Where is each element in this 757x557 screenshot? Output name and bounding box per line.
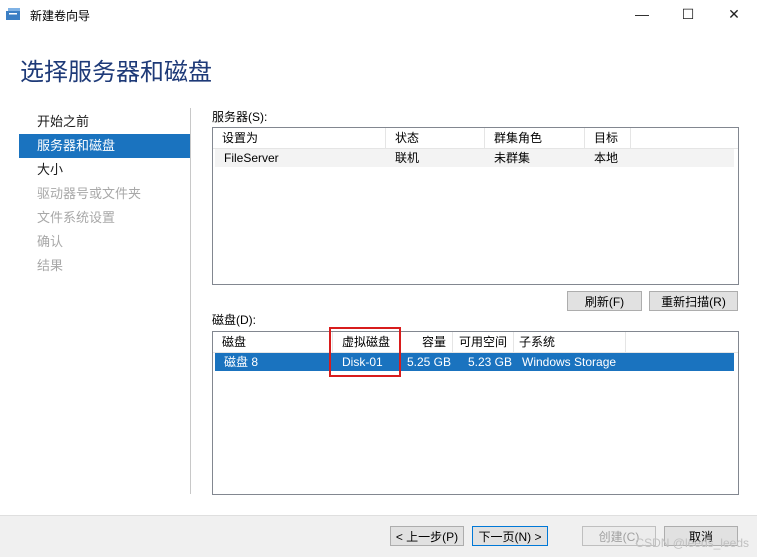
column-header[interactable]: 磁盘 — [213, 332, 333, 352]
disk-subsystem: Windows Storage — [522, 355, 617, 369]
disk-free-space: 5.23 GB — [467, 355, 512, 369]
servers-list[interactable]: 设置为 状态 群集角色 目标 FileServer 联机 未群集 本地 — [212, 127, 739, 285]
window-title: 新建卷向导 — [30, 9, 91, 23]
column-header[interactable]: 目标 — [585, 128, 631, 148]
rescan-button[interactable]: 重新扫描(R) — [649, 291, 738, 311]
disk-name: 磁盘 8 — [224, 355, 259, 369]
nav-item-size[interactable]: 大小 — [19, 158, 190, 182]
server-row[interactable]: FileServer 联机 未群集 本地 — [215, 149, 734, 167]
disk-capacity: 5.25 GB — [406, 355, 451, 369]
disk-row[interactable]: 磁盘 8 Disk-01 5.25 GB 5.23 GB Windows Sto… — [215, 353, 734, 371]
watermark: CSDN @leeds_leeds — [635, 536, 749, 550]
nav-item-drive-letter: 驱动器号或文件夹 — [37, 186, 142, 201]
minimize-button[interactable]: — — [619, 0, 665, 28]
servers-header: 设置为 状态 群集角色 目标 — [213, 128, 738, 149]
next-button[interactable]: 下一页(N) > — [472, 526, 548, 546]
refresh-button[interactable]: 刷新(F) — [567, 291, 642, 311]
maximize-button[interactable]: ☐ — [665, 0, 711, 28]
title-bar: 新建卷向导 — ☐ ✕ — [0, 0, 757, 28]
column-header[interactable]: 设置为 — [213, 128, 386, 148]
nav-item-results: 结果 — [37, 258, 64, 273]
annotation-highlight-box — [329, 327, 401, 377]
column-header[interactable]: 可用空间 — [453, 332, 514, 352]
disks-header: 磁盘 虚拟磁盘 容量 可用空间 子系统 — [213, 332, 738, 353]
page-title: 选择服务器和磁盘 — [20, 59, 212, 86]
close-button[interactable]: ✕ — [711, 0, 757, 28]
nav-item-before-you-begin[interactable]: 开始之前 — [19, 110, 190, 134]
server-status: 联机 — [395, 151, 420, 165]
nav-item-file-system: 文件系统设置 — [37, 210, 116, 225]
previous-button[interactable]: < 上一步(P) — [390, 526, 464, 546]
app-icon — [6, 8, 20, 20]
disks-label: 磁盘(D): — [212, 313, 256, 327]
column-header[interactable]: 子系统 — [514, 332, 626, 352]
wizard-nav: 开始之前 服务器和磁盘 大小 驱动器号或文件夹 文件系统设置 确认 结果 — [19, 110, 190, 278]
disks-list[interactable]: 磁盘 虚拟磁盘 容量 可用空间 子系统 磁盘 8 Disk-01 5.25 GB… — [212, 331, 739, 495]
server-name: FileServer — [224, 151, 279, 165]
column-header[interactable]: 容量 — [401, 332, 453, 352]
servers-label: 服务器(S): — [212, 110, 268, 124]
nav-divider — [190, 108, 191, 494]
server-cluster-role: 未群集 — [494, 151, 531, 165]
nav-item-confirmation: 确认 — [37, 234, 64, 249]
column-header[interactable]: 状态 — [386, 128, 485, 148]
nav-item-server-and-disk[interactable]: 服务器和磁盘 — [19, 134, 190, 158]
column-header[interactable]: 群集角色 — [485, 128, 585, 148]
server-target: 本地 — [594, 151, 619, 165]
